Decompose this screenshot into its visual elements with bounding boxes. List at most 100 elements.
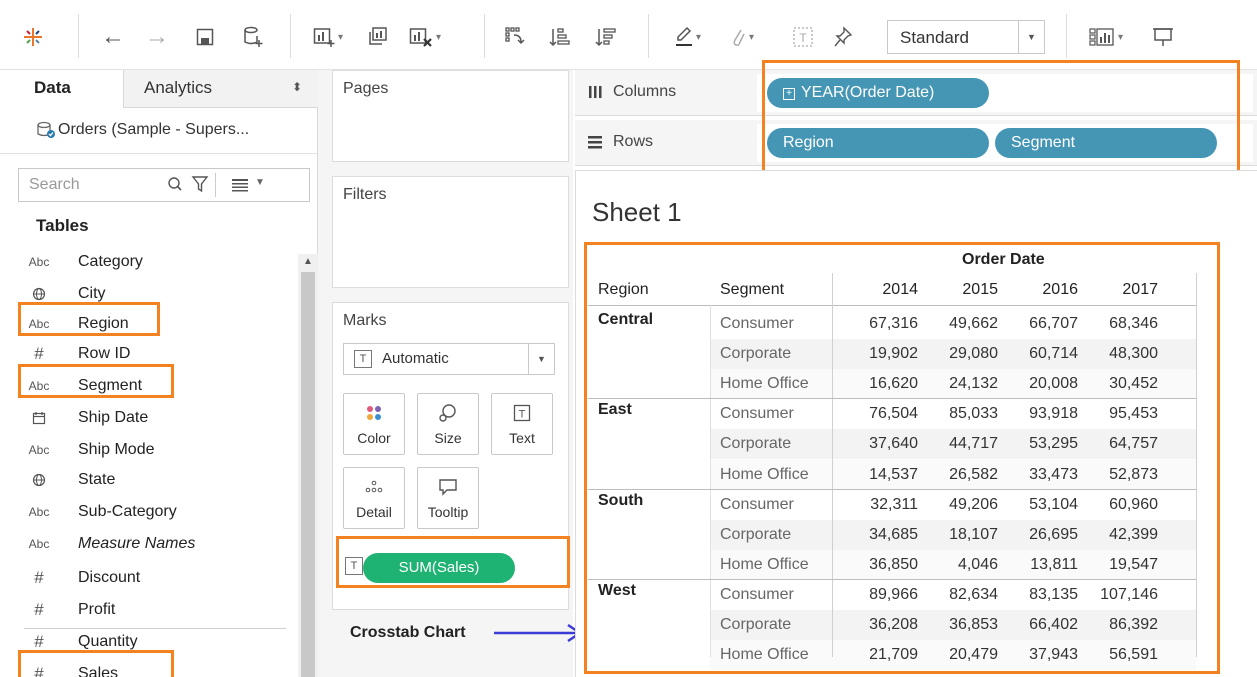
highlight-shelves <box>762 60 1240 182</box>
save-icon[interactable] <box>190 22 220 52</box>
filters-card-title: Filters <box>343 186 387 203</box>
data-pane: Data Analytics ⬍ Orders (Sample - Supers… <box>0 70 318 677</box>
field-name: Category <box>78 253 143 270</box>
abc-icon: Abc <box>28 505 50 519</box>
search-placeholder: Search <box>29 176 80 193</box>
field-measure-names[interactable]: Abc Measure Names <box>24 530 284 560</box>
marks-color-button[interactable]: Color <box>343 393 405 455</box>
field-name: Profit <box>78 601 116 618</box>
filter-icon[interactable] <box>191 174 209 199</box>
view-list-icon[interactable] <box>231 177 249 198</box>
marks-detail-label: Detail <box>356 504 392 520</box>
scrollbar-thumb[interactable] <box>301 272 315 677</box>
number-icon: # <box>34 600 44 619</box>
chevron-down-icon: ▼ <box>528 344 554 374</box>
number-icon: # <box>34 632 44 651</box>
highlight-icon[interactable]: ▾ <box>668 22 708 52</box>
highlight-sales-field <box>18 650 174 677</box>
field-name: City <box>78 285 106 302</box>
chevron-down-icon[interactable]: ▼ <box>255 177 265 188</box>
presentation-icon[interactable] <box>1146 22 1180 52</box>
label-icon[interactable]: T <box>788 22 818 52</box>
number-icon: # <box>34 344 44 363</box>
scroll-up-icon[interactable]: ▲ <box>303 256 313 267</box>
duplicate-sheet-icon[interactable] <box>362 22 392 52</box>
group-icon[interactable]: ▾ <box>722 22 762 52</box>
detail-icon <box>344 476 404 498</box>
sort-descending-icon[interactable] <box>590 22 620 52</box>
sort-ascending-icon[interactable] <box>544 22 574 52</box>
rows-icon <box>587 134 603 155</box>
swap-rows-columns-icon[interactable] <box>500 22 530 52</box>
field-state[interactable]: State <box>24 466 284 496</box>
field-name: Ship Mode <box>78 441 155 458</box>
crosstab-chart-label: Crosstab Chart <box>350 624 466 641</box>
fit-select[interactable]: Standard ▼ <box>887 20 1045 54</box>
marks-tooltip-label: Tooltip <box>427 504 469 520</box>
show-me-icon[interactable]: ▾ <box>1084 22 1128 52</box>
tooltip-icon <box>418 476 478 498</box>
mark-type-select[interactable]: T Automatic ▼ <box>343 343 555 375</box>
marks-tooltip-button[interactable]: Tooltip <box>417 467 479 529</box>
abc-icon: Abc <box>28 537 50 551</box>
field-search-input[interactable]: Search ▼ <box>18 168 310 202</box>
tab-data[interactable]: Data <box>0 70 124 108</box>
svg-text:T: T <box>799 31 807 45</box>
field-name: Discount <box>78 569 141 586</box>
highlight-segment-field <box>18 364 174 398</box>
pin-icon[interactable] <box>828 22 858 52</box>
highlight-region-field <box>18 302 160 336</box>
sheet-title: Sheet 1 <box>592 197 682 227</box>
field-name: Row ID <box>78 345 131 362</box>
fit-select-value: Standard <box>900 28 969 47</box>
field-sub-category[interactable]: Abc Sub-Category <box>24 498 284 528</box>
marks-size-button[interactable]: Size <box>417 393 479 455</box>
field-name: Measure Names <box>78 535 196 552</box>
marks-card-title: Marks <box>343 312 387 329</box>
forward-arrow-icon[interactable]: → <box>142 22 172 52</box>
globe-icon <box>24 473 54 490</box>
marks-text-label: Text <box>509 430 535 446</box>
sort-updown-icon[interactable]: ⬍ <box>292 80 302 94</box>
new-worksheet-icon[interactable]: ▾ <box>308 22 348 52</box>
cards-column: Pages Filters Marks T Automatic ▼ Color … <box>318 70 583 677</box>
svg-text:T: T <box>519 409 526 421</box>
marks-text-button[interactable]: T Text <box>491 393 553 455</box>
columns-label: Columns <box>613 83 677 100</box>
datasource-item[interactable]: Orders (Sample - Supers... <box>0 108 318 154</box>
back-arrow-icon[interactable]: ← <box>98 22 128 52</box>
field-profit[interactable]: # Profit <box>24 596 284 626</box>
datasource-icon <box>36 121 56 144</box>
field-ship-mode[interactable]: Abc Ship Mode <box>24 436 284 466</box>
abc-icon: Abc <box>28 255 50 269</box>
new-datasource-icon[interactable] <box>238 22 268 52</box>
field-list-scrollbar[interactable]: ▲ <box>298 254 318 677</box>
highlight-crosstab <box>584 242 1220 674</box>
marks-detail-button[interactable]: Detail <box>343 467 405 529</box>
tables-heading: Tables <box>36 216 89 235</box>
dimension-measure-divider <box>24 628 286 629</box>
tableau-logo-icon[interactable] <box>18 22 48 52</box>
abc-icon: Abc <box>28 443 50 457</box>
number-icon: # <box>34 568 44 587</box>
filters-card[interactable]: Filters <box>332 176 569 288</box>
tab-analytics-label: Analytics <box>144 78 213 97</box>
clear-sheet-icon[interactable]: ▾ <box>404 22 446 52</box>
pages-card[interactable]: Pages <box>332 70 569 162</box>
field-name: State <box>78 471 116 488</box>
field-discount[interactable]: # Discount <box>24 564 284 594</box>
text-icon: T <box>492 402 552 424</box>
tab-analytics[interactable]: Analytics ⬍ <box>124 70 318 108</box>
tab-data-label: Data <box>34 78 71 97</box>
field-ship-date[interactable]: Ship Date <box>24 404 284 434</box>
field-name: Quantity <box>78 633 138 650</box>
field-name: Ship Date <box>78 409 149 426</box>
highlight-sum-sales <box>336 536 570 588</box>
arrow-right-icon <box>494 623 583 643</box>
color-icon <box>344 402 404 424</box>
mark-type-value: Automatic <box>382 350 449 367</box>
chevron-down-icon: ▼ <box>1018 21 1044 53</box>
marks-size-label: Size <box>434 430 462 446</box>
search-icon[interactable] <box>167 175 183 198</box>
field-category[interactable]: Abc Category <box>24 248 284 278</box>
